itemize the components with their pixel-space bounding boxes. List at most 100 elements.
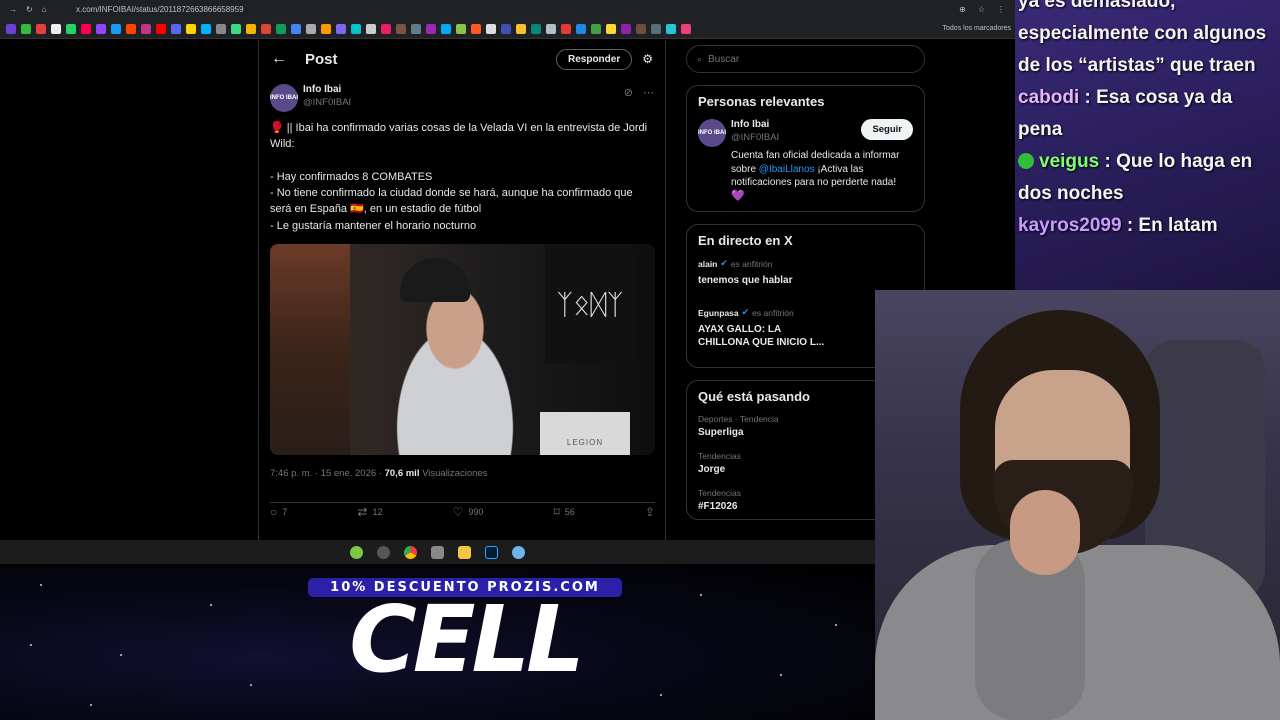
host-role: es anfitrión xyxy=(730,258,773,269)
zoom-icon[interactable]: ⊕ xyxy=(959,5,966,14)
photoshop-icon[interactable] xyxy=(485,545,498,559)
follow-button[interactable]: Seguir xyxy=(861,119,913,140)
bookmark-icon[interactable] xyxy=(606,23,616,34)
views-count: 70,6 mil xyxy=(384,468,420,479)
bookmark-star-icon[interactable]: ☆ xyxy=(978,5,985,14)
app-icon[interactable] xyxy=(350,545,363,559)
bookmark-icon[interactable] xyxy=(561,23,571,34)
home-icon[interactable]: ⌂ xyxy=(42,5,47,14)
post-timestamp[interactable]: 7:46 p. m. · 15 ene. 2026 · xyxy=(270,468,385,479)
reply-action[interactable]: ○ 7 xyxy=(270,505,287,519)
bookmark-icon[interactable] xyxy=(231,23,241,34)
bookmark-icon[interactable] xyxy=(411,23,421,34)
sliders-icon[interactable]: ⚙ xyxy=(642,52,653,66)
bookmark-icon[interactable] xyxy=(156,23,166,34)
reply-button[interactable]: Responder xyxy=(556,48,633,70)
bookmark-action[interactable]: ⌑ 56 xyxy=(554,505,575,519)
chrome-icon[interactable] xyxy=(404,545,417,559)
grok-icon[interactable]: ⊘ xyxy=(624,86,633,116)
bookmark-icon[interactable] xyxy=(186,23,196,34)
avatar[interactable]: INFO IBAI xyxy=(698,119,726,147)
bookmark-icon[interactable] xyxy=(96,23,106,34)
post-author: INFO IBAI Info Ibai @INF0IBAI ⊘ ⋯ xyxy=(259,78,665,116)
back-arrow-icon[interactable]: → xyxy=(9,5,17,14)
bookmark-icon[interactable] xyxy=(51,23,61,34)
address-bar[interactable]: x.com/INFOIBAI/status/201187266386665895… xyxy=(72,5,959,14)
bookmark-icon[interactable] xyxy=(111,23,121,34)
folder-icon[interactable] xyxy=(458,545,471,559)
app-icon[interactable] xyxy=(431,545,444,559)
bookmark-icon[interactable] xyxy=(351,23,361,34)
bookmark-icon[interactable] xyxy=(36,23,46,34)
bookmark-icon[interactable] xyxy=(6,23,16,34)
reload-icon[interactable]: ↻ xyxy=(26,5,33,14)
bookmark-icon[interactable] xyxy=(321,23,331,34)
bookmark-icon[interactable] xyxy=(456,23,466,34)
bookmark-icon[interactable] xyxy=(381,23,391,34)
bookmark-icon[interactable] xyxy=(216,23,226,34)
tweet-image[interactable]: ᛉᛟᛞᛉ LEGION xyxy=(270,244,655,455)
relevant-handle[interactable]: @INF0IBAI xyxy=(731,132,861,143)
bookmark-icon[interactable] xyxy=(171,23,181,34)
image-poster: ᛉᛟᛞᛉ xyxy=(545,244,635,364)
live-item[interactable]: alain ✔ es anfitrión tenemos que hablar xyxy=(698,258,913,287)
app-icon[interactable] xyxy=(512,545,525,559)
author-name[interactable]: Info Ibai xyxy=(303,84,624,95)
bookmark-icon[interactable] xyxy=(681,23,691,34)
author-handle[interactable]: @INF0IBAI xyxy=(303,97,624,108)
bookmark-icon[interactable] xyxy=(426,23,436,34)
badge-icon xyxy=(1018,153,1034,169)
bookmark-icon[interactable] xyxy=(636,23,646,34)
bookmark-icon[interactable] xyxy=(66,23,76,34)
more-icon[interactable]: ⋯ xyxy=(643,86,654,116)
avatar[interactable]: INFO IBAI xyxy=(270,84,298,112)
bookmark-icon[interactable] xyxy=(126,23,136,34)
share-action[interactable]: ⇪ xyxy=(645,505,655,519)
chat-message: veigus : Que lo haga en dos noches xyxy=(1018,146,1280,210)
bookmark-icon[interactable] xyxy=(546,23,556,34)
bookmark-icon[interactable] xyxy=(621,23,631,34)
bookmark-icon[interactable] xyxy=(261,23,271,34)
bookmark-icon[interactable] xyxy=(396,23,406,34)
chat-user: kayros2099 xyxy=(1018,215,1122,236)
relevant-bio: Cuenta fan oficial dedicada a informar s… xyxy=(731,149,913,203)
bookmark-icon[interactable] xyxy=(306,23,316,34)
webcam-feed xyxy=(875,290,1280,720)
bookmark-icon[interactable] xyxy=(246,23,256,34)
bookmark-icon[interactable] xyxy=(486,23,496,34)
bookmark-icon[interactable] xyxy=(651,23,661,34)
search-placeholder: Buscar xyxy=(708,53,740,65)
bio-mention-link[interactable]: @IbaiLlanos xyxy=(759,164,815,175)
bookmark-icon[interactable] xyxy=(501,23,511,34)
relevant-name[interactable]: Info Ibai xyxy=(731,119,861,130)
bookmark-icon[interactable] xyxy=(591,23,601,34)
bookmark-icon[interactable] xyxy=(666,23,676,34)
bookmark-icon[interactable] xyxy=(576,23,586,34)
extensions-icon[interactable]: ⋮ xyxy=(997,5,1005,14)
page-title: Post xyxy=(305,50,338,68)
search-input[interactable]: ⌕ Buscar xyxy=(686,45,925,73)
views-label: Visualizaciones xyxy=(419,468,488,479)
repost-action[interactable]: ⇄ 12 xyxy=(357,505,382,519)
bookmarks-folder[interactable]: Todos los marcadores xyxy=(943,25,1015,32)
bookmark-count: 56 xyxy=(564,507,575,517)
bookmark-icon[interactable] xyxy=(276,23,286,34)
bookmark-icon[interactable] xyxy=(516,23,526,34)
back-arrow-icon[interactable]: ← xyxy=(271,50,305,68)
chat-overlay: ya es demasiado, especialmente con algun… xyxy=(1015,0,1280,290)
bookmark-icon[interactable] xyxy=(201,23,211,34)
bookmark-icon[interactable] xyxy=(471,23,481,34)
bookmark-icon[interactable] xyxy=(291,23,301,34)
bookmark-icon[interactable] xyxy=(336,23,346,34)
chat-user: cabodi xyxy=(1018,87,1080,108)
bookmark-icon[interactable] xyxy=(441,23,451,34)
bookmark-icon[interactable] xyxy=(141,23,151,34)
bookmark-icon[interactable] xyxy=(366,23,376,34)
obs-icon[interactable] xyxy=(377,545,390,559)
chat-message: ya es demasiado, especialmente con algun… xyxy=(1018,0,1267,76)
like-action[interactable]: ♡ 990 xyxy=(453,505,484,519)
bookmark-icon[interactable] xyxy=(531,23,541,34)
bookmark-icon[interactable] xyxy=(21,23,31,34)
browser-nav: → ↻ ⌂ xyxy=(0,5,72,14)
bookmark-icon[interactable] xyxy=(81,23,91,34)
